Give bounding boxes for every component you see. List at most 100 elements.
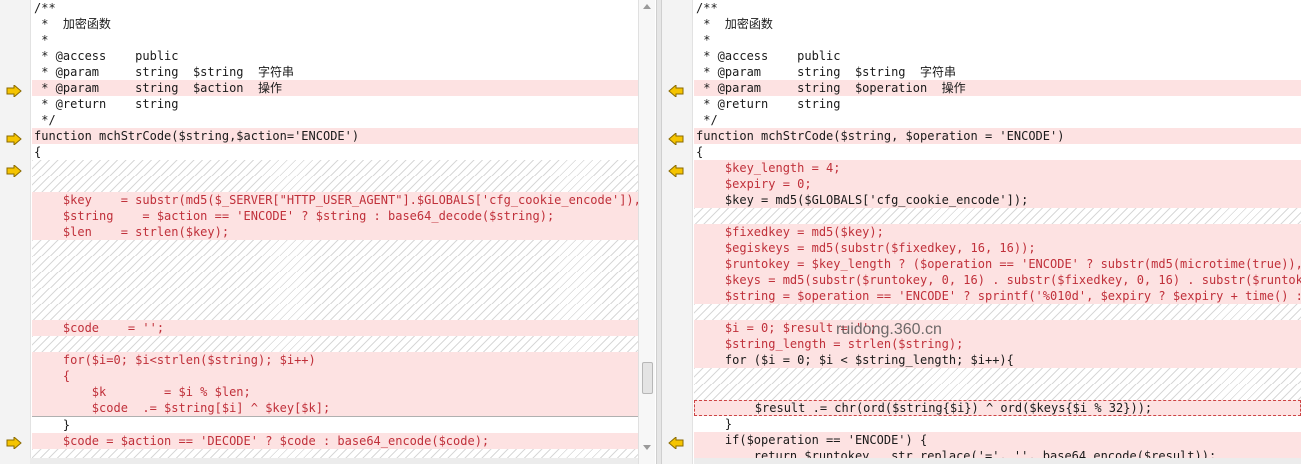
code-text: * 加密函数 [696,17,773,31]
left-code-line[interactable] [32,256,638,272]
right-code-line[interactable]: $key = md5($GLOBALS['cfg_cookie_encode']… [694,192,1301,208]
code-text: { [696,145,704,159]
left-vertical-scrollbar[interactable] [638,0,655,464]
code-text: $code .= $string[$i] ^ $key[$k]; [34,401,331,415]
code-text: /** [696,1,718,15]
right-code-line[interactable]: * @param string $operation 操作 [694,80,1301,96]
left-code-line[interactable] [32,160,638,176]
left-code-line[interactable]: * [32,32,638,48]
left-code-line[interactable]: */ [32,112,638,128]
arrow-icon[interactable] [668,434,684,451]
left-code-line[interactable]: } [32,417,638,433]
right-code-line[interactable] [694,304,1301,320]
code-text: $runtokey = $key_length ? ($operation ==… [696,257,1301,271]
left-code-line[interactable]: $len = strlen($key); [32,224,638,240]
code-text: /** [34,1,56,15]
right-code-line[interactable]: { [694,144,1301,160]
arrow-icon[interactable] [6,434,22,451]
code-text: $code = ''; [34,321,165,335]
arrow-icon[interactable] [6,82,22,99]
watermark-text: ruidong.360.cn [836,321,942,338]
right-code-line[interactable]: * @access public [694,48,1301,64]
left-code-line[interactable]: for($i=0; $i<strlen($string); $i++) [32,352,638,368]
code-text: $string = $action == 'ENCODE' ? $string … [34,209,555,223]
left-code-line[interactable] [32,304,638,320]
right-code-line[interactable]: $result .= chr(ord($string{$i}) ^ ord($k… [694,400,1301,416]
code-text: $result .= chr(ord($string{$i}) ^ ord($k… [697,401,1153,415]
right-code-line[interactable]: } [694,416,1301,432]
right-code-line[interactable]: $string_length = strlen($string); [694,336,1301,352]
left-code-line[interactable] [32,288,638,304]
arrow-icon[interactable] [6,130,22,147]
code-text: } [34,418,71,432]
right-code-line[interactable]: */ [694,112,1301,128]
left-code-line[interactable] [32,272,638,288]
left-code-line[interactable]: /** [32,0,638,16]
code-text: * @return string [34,97,179,111]
right-code-line[interactable]: function mchStrCode($string, $operation … [694,128,1301,144]
left-code-line[interactable]: { [32,368,638,384]
code-text: $egiskeys = md5(substr($fixedkey, 16, 16… [696,241,1036,255]
right-code-line[interactable]: * [694,32,1301,48]
scroll-down-arrow-icon[interactable] [643,445,651,450]
right-code-line[interactable]: $keys = md5(substr($runtokey, 0, 16) . s… [694,272,1301,288]
scrollbar-thumb[interactable] [642,362,653,394]
code-text: * @param string $string 字符串 [696,65,956,79]
left-code-line[interactable]: $code .= $string[$i] ^ $key[$k]; [32,400,638,417]
code-text: $keys = md5(substr($runtokey, 0, 16) . s… [696,273,1301,287]
code-text: * @param string $operation 操作 [696,81,966,95]
code-text: */ [696,113,718,127]
arrow-icon[interactable] [668,82,684,99]
right-horizontal-scrollbar[interactable] [694,458,1301,464]
scroll-up-arrow-icon[interactable] [643,4,651,9]
right-code-line[interactable]: * @return string [694,96,1301,112]
right-code-line[interactable]: $fixedkey = md5($key); [694,224,1301,240]
right-code-line[interactable] [694,384,1301,400]
left-code-line[interactable]: * @return string [32,96,638,112]
left-code-line[interactable]: { [32,144,638,160]
left-code-line[interactable]: * @param string $action 操作 [32,80,638,96]
code-text: $string_length = strlen($string); [696,337,964,351]
right-code-line[interactable]: $runtokey = $key_length ? ($operation ==… [694,256,1301,272]
right-code-line[interactable]: * @param string $string 字符串 [694,64,1301,80]
left-code-line[interactable]: $string = $action == 'ENCODE' ? $string … [32,208,638,224]
code-text: $expiry = 0; [696,177,812,191]
left-code-line[interactable] [32,336,638,352]
code-text: * @return string [696,97,841,111]
right-code-pane[interactable]: /** * 加密函数 * * @access public * @param s… [662,0,1301,464]
left-code-line[interactable] [32,176,638,192]
left-code-line[interactable]: * @access public [32,48,638,64]
code-text: $key_length = 4; [696,161,841,175]
left-code-line[interactable]: $code = $action == 'DECODE' ? $code : ba… [32,433,638,449]
right-code-line[interactable] [694,368,1301,384]
right-code-line[interactable]: for ($i = 0; $i < $string_length; $i++){ [694,352,1301,368]
left-code-line[interactable] [32,240,638,256]
left-code-line[interactable]: function mchStrCode($string,$action='ENC… [32,128,638,144]
arrow-icon[interactable] [6,162,22,179]
right-code-line[interactable]: $expiry = 0; [694,176,1301,192]
left-code-pane[interactable]: /** * 加密函数 * * @access public * @param s… [0,0,656,464]
left-code-line[interactable]: $code = ''; [32,320,638,336]
right-code-line[interactable]: $egiskeys = md5(substr($fixedkey, 16, 16… [694,240,1301,256]
code-text: function mchStrCode($string,$action='ENC… [34,129,360,143]
code-text: * [696,33,711,47]
right-code-line[interactable]: $i = 0; $result = ''; [694,320,1301,336]
right-code-line[interactable]: $string = $operation == 'ENCODE' ? sprin… [694,288,1301,304]
right-code-line[interactable] [694,208,1301,224]
code-text: $code = $action == 'DECODE' ? $code : ba… [34,434,490,448]
left-code-line[interactable]: * @param string $string 字符串 [32,64,638,80]
right-code-line[interactable]: if($operation == 'ENCODE') { [694,432,1301,448]
code-text: function mchStrCode($string, $operation … [696,129,1065,143]
left-gutter [0,0,31,464]
left-horizontal-scrollbar[interactable] [30,458,638,464]
arrow-icon[interactable] [668,162,684,179]
right-code-line[interactable]: $key_length = 4; [694,160,1301,176]
left-code-line[interactable]: * 加密函数 [32,16,638,32]
left-code-line[interactable]: $k = $i % $len; [32,384,638,400]
left-code-line[interactable]: $key = substr(md5($_SERVER["HTTP_USER_AG… [32,192,638,208]
right-code-line[interactable]: * 加密函数 [694,16,1301,32]
diff-viewer: /** * 加密函数 * * @access public * @param s… [0,0,1301,464]
right-code-line[interactable]: /** [694,0,1301,16]
code-text: */ [34,113,56,127]
arrow-icon[interactable] [668,130,684,147]
